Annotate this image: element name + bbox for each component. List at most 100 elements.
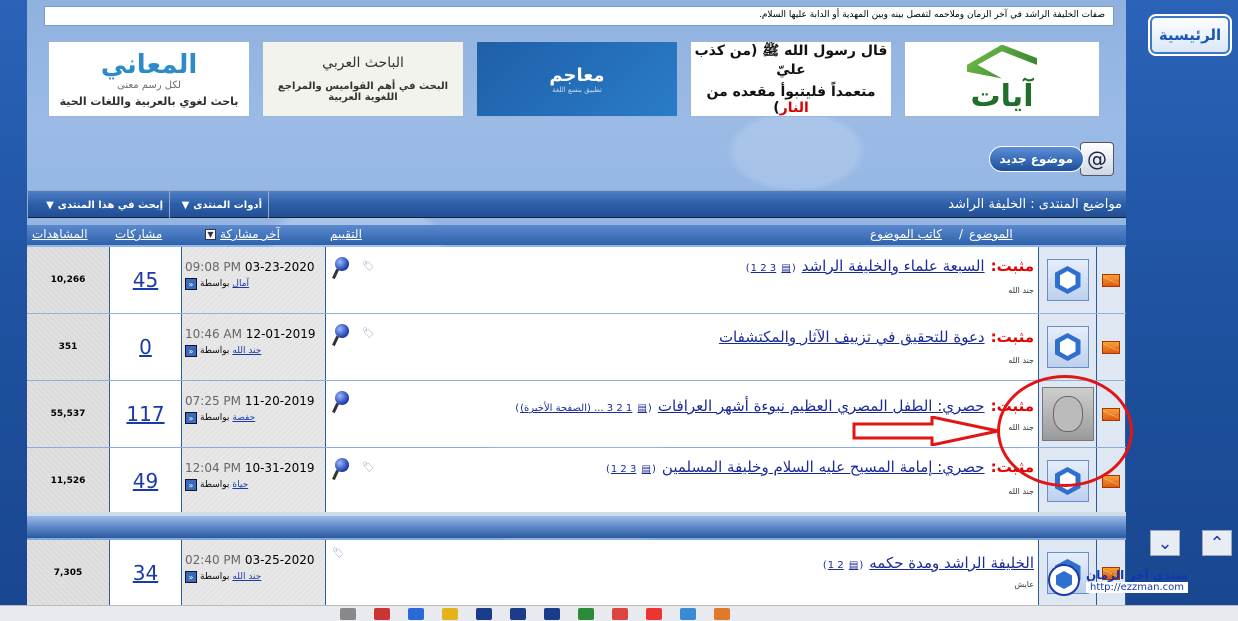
posts-count-link[interactable]: 117	[126, 402, 164, 426]
col-posts[interactable]: مشاركات	[115, 227, 162, 241]
sort-desc-icon[interactable]: ▼	[205, 229, 216, 240]
banner-arabic-researcher[interactable]: الباحث العربي البحث في أهم القواميس والم…	[262, 41, 464, 117]
topic-title-link[interactable]: السبعة علماء والخليفة الراشد	[802, 257, 985, 275]
topic-title-line: مثبت: دعوة للتحقيق في تزييف الآثار والمك…	[719, 328, 1034, 346]
go-to-last-post-icon[interactable]: »	[185, 278, 197, 290]
go-to-last-post-icon[interactable]: »	[185, 479, 197, 491]
taskbar-app-icon[interactable]	[374, 607, 390, 620]
last-poster-link[interactable]: جند الله	[232, 346, 261, 356]
page-numbers[interactable]: 2 1	[828, 560, 844, 571]
taskbar-app-icon[interactable]	[680, 607, 696, 620]
topic-title-link[interactable]: دعوة للتحقيق في تزييف الآثار والمكتشفات	[719, 328, 985, 346]
go-to-last-post-icon[interactable]: »	[185, 345, 197, 357]
banner-maajim-tagline: تطبيق بنسع اللغة	[552, 85, 602, 94]
status-cell	[1097, 314, 1126, 380]
last-poster-link[interactable]: حفصة	[232, 413, 255, 423]
topic-author: جند الله	[1008, 286, 1034, 295]
page-links[interactable]: (▤ 1 2 3 ... (الصفحة الأخيرة))	[515, 403, 652, 414]
pushpin-icon	[332, 324, 350, 346]
site-logo-icon	[1048, 564, 1080, 596]
taskbar-app-icon[interactable]	[510, 607, 526, 620]
topic-title-link[interactable]: حصري: إمامة المسيح عليه السلام وخليفة ال…	[662, 458, 985, 476]
page-numbers[interactable]: 3 2 1	[751, 263, 777, 274]
topic-title-link[interactable]: حصري: الطفل المصري العظيم نبوءة أشهر الع…	[658, 397, 985, 415]
go-to-last-post-icon[interactable]: »	[185, 412, 197, 424]
forum-tools-menu[interactable]: أدوات المنتدى ▼	[169, 191, 269, 219]
last-post-time: 09:08 PM	[185, 260, 241, 274]
banner-almaany[interactable]: المعاني لكل رسم معنى باحث لغوي بالعربية …	[48, 41, 250, 117]
avatar-cell	[1039, 247, 1097, 313]
new-topic-button[interactable]: @ موضوع جديد	[986, 140, 1114, 178]
table-row: 7,305 34 02:40 PM 03-25-2020 » بواسطة جند …	[27, 540, 1126, 606]
posts-cell: 45	[110, 247, 182, 313]
table-row: 11,526 49 12:04 PM 10-31-2019 » بواسطة حيا…	[27, 448, 1126, 514]
taskbar-app-icon[interactable]	[408, 607, 424, 620]
page-links[interactable]: (▤ 3 2 1)	[606, 464, 656, 475]
taskbar-app-icon[interactable]	[442, 607, 458, 620]
posts-cell: 34	[110, 540, 182, 606]
taskbar-app-icon[interactable]	[476, 607, 492, 620]
go-to-last-post-icon[interactable]: »	[185, 571, 197, 583]
site-logo-badge[interactable]: منتدى آخر الزمان http://ezzman.com	[1048, 555, 1238, 605]
topic-author: جند الله	[1008, 487, 1034, 496]
avatar[interactable]	[1046, 326, 1089, 368]
posts-count-link[interactable]: 45	[133, 268, 158, 292]
forum-search-menu[interactable]: إبحث في هذا المنتدى ▼	[27, 191, 169, 219]
last-post-time: 07:25 PM	[185, 394, 241, 408]
last-poster-link[interactable]: جند الله	[232, 572, 261, 582]
col-last-post[interactable]: آخر مشاركة	[220, 227, 280, 241]
chevron-down-icon: ▼	[181, 199, 190, 211]
last-post-date: 10-31-2019	[244, 461, 315, 475]
col-author[interactable]: كاتب الموضوع	[870, 227, 942, 241]
envelope-at-icon: @	[1080, 142, 1114, 176]
taskbar-app-icon[interactable]	[544, 607, 560, 620]
page-links[interactable]: (▤ 3 2 1)	[746, 263, 796, 274]
taskbar-app-icon[interactable]	[578, 607, 594, 620]
last-post-time: 10:46 AM	[185, 327, 242, 341]
tag-icon: 🏷	[362, 328, 375, 339]
last-poster-link[interactable]: حياة	[232, 480, 248, 490]
last-post-cell: 12:04 PM 10-31-2019 » بواسطة حياة	[182, 448, 326, 514]
page-numbers[interactable]: 1 2 3 ... (الصفحة الأخيرة)	[520, 403, 632, 414]
topic-author: عايش	[1014, 580, 1034, 589]
col-views[interactable]: المشاهدات	[32, 227, 88, 241]
home-button[interactable]: الرئيسية	[1148, 14, 1232, 56]
banner-almaany-title: المعاني	[100, 50, 198, 80]
taskbar-app-icon[interactable]	[646, 607, 662, 620]
page-numbers[interactable]: 3 2 1	[611, 464, 637, 475]
posts-count-link[interactable]: 49	[133, 469, 158, 493]
marquee-bar[interactable]: صفات الخليفة الراشد في آخر الزمان وملاحم…	[44, 6, 1114, 26]
hexagon-shape	[1056, 571, 1072, 589]
topic-title-line: مثبت: حصري: الطفل المصري العظيم نبوءة أش…	[515, 397, 1034, 415]
topic-title-line: مثبت: السبعة علماء والخليفة الراشد (▤ 3 …	[746, 257, 1034, 275]
by-prefix: بواسطة	[200, 346, 230, 356]
last-post-time: 12:04 PM	[185, 461, 241, 475]
by-prefix: بواسطة	[200, 279, 230, 289]
posts-cell: 0	[110, 314, 182, 380]
posts-count-link[interactable]: 0	[139, 335, 152, 359]
col-topic[interactable]: الموضوع	[969, 227, 1013, 241]
scroll-up-button[interactable]: ⌃	[1202, 530, 1232, 556]
posts-count-link[interactable]: 34	[133, 561, 158, 585]
scroll-down-button[interactable]: ⌄	[1150, 530, 1180, 556]
last-post-date: 03-23-2020	[244, 260, 315, 274]
banner-hadith-line2: متعمداً فليتبوأ مقعده من النار)	[691, 84, 891, 116]
avatar-cell	[1039, 314, 1097, 380]
page-links[interactable]: (▤ 2 1)	[823, 560, 863, 571]
banner-ayat[interactable]: آيات	[904, 41, 1100, 117]
col-rating[interactable]: التقييم	[330, 227, 362, 241]
banner-hadith[interactable]: قال رسول الله ﷺ (من كذب عليّ متعمداً فلي…	[690, 41, 892, 117]
table-row: 351 0 10:46 AM 12-01-2019 » بواسطة جند الل…	[27, 314, 1126, 380]
banner-maajim[interactable]: معاجم تطبيق بنسع اللغة	[476, 41, 678, 117]
taskbar-app-icon[interactable]	[340, 607, 356, 620]
taskbar-app-icon[interactable]	[714, 607, 730, 620]
taskbar-app-icon[interactable]	[612, 607, 628, 620]
views-count: 55,537	[27, 381, 110, 447]
annotation-arrow	[852, 416, 999, 446]
last-poster-link[interactable]: آمال	[232, 279, 249, 289]
topic-cell: 🏷 الخليفة الراشد ومدة حكمه (▤ 2 1) عايش	[326, 540, 1039, 606]
topic-title-link[interactable]: الخليفة الراشد ومدة حكمه	[869, 554, 1034, 572]
last-post-datetime: 12:04 PM 10-31-2019	[185, 461, 315, 475]
banner-hadith-line1: قال رسول الله ﷺ (من كذب عليّ	[694, 43, 888, 78]
avatar[interactable]	[1046, 259, 1089, 301]
